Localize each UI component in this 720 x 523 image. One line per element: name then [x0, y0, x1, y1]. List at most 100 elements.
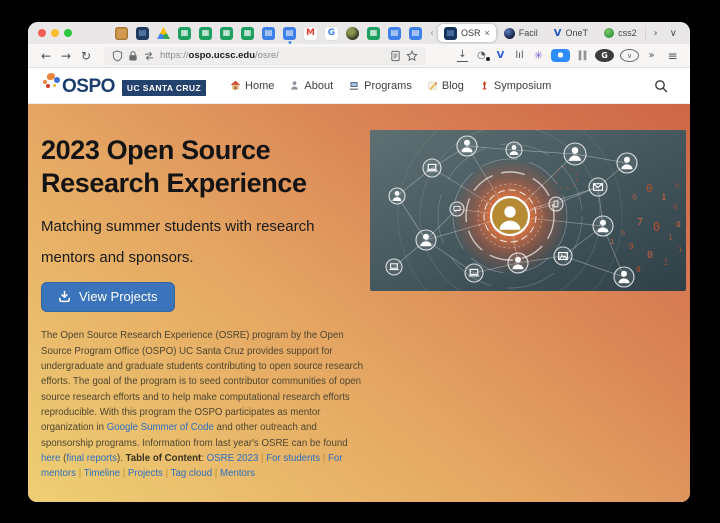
reload-button[interactable]: ↻	[76, 49, 96, 63]
privacy-badge-icon[interactable]: ◔	[472, 50, 491, 61]
symposium-icon	[479, 80, 490, 91]
google-sheets-icon[interactable]: ▦	[241, 27, 254, 40]
svg-text:1: 1	[663, 258, 668, 268]
body-text: ).	[117, 453, 126, 464]
bookmark-star-icon[interactable]	[406, 50, 418, 62]
url-scheme: https://	[160, 50, 189, 61]
nav-item-home[interactable]: Home	[230, 80, 274, 92]
link-mentors[interactable]: Mentors	[220, 468, 255, 479]
nav-item-programs[interactable]: Programs	[348, 80, 412, 92]
svg-text:1: 1	[678, 246, 682, 254]
search-icon[interactable]	[654, 79, 668, 93]
close-window-button[interactable]	[38, 29, 46, 37]
google-docs-icon[interactable]: ▤	[283, 27, 296, 40]
tab-onet[interactable]: VOneT	[546, 22, 596, 44]
nav-item-about[interactable]: About	[289, 80, 333, 92]
downloads-icon[interactable]: ↓	[457, 49, 468, 62]
tab-facil[interactable]: Facil	[496, 22, 546, 44]
active-tab[interactable]: ▤ OSR ×	[438, 24, 496, 42]
link-osre-2023[interactable]: OSRE 2023	[207, 453, 259, 464]
toolbar-overflow-icon[interactable]: »	[642, 50, 661, 61]
onetab-toolbar-icon[interactable]: V	[491, 50, 510, 61]
hero-network-image: 6010701901016010	[370, 130, 686, 291]
pinned-tabs: ▤ ▦ ▦ ▦ ▦ ▤ ▤ MG ▦ ▤ ▤	[115, 27, 422, 40]
svg-text:0: 0	[636, 265, 641, 274]
separator: |	[163, 468, 171, 479]
forward-button[interactable]: →	[56, 49, 76, 63]
link-here[interactable]: here	[41, 453, 60, 464]
link-for-students[interactable]: For students	[266, 453, 320, 464]
pocket-icon[interactable]: ∨	[620, 49, 639, 62]
tab-bar-controls: › ∨	[645, 26, 685, 40]
google-docs-icon[interactable]: ▤	[409, 27, 422, 40]
site-logo[interactable]: OSPO UC SANTA CRUZ	[44, 73, 206, 98]
dark-globe-icon[interactable]	[346, 27, 359, 40]
google-sheets-icon[interactable]: ▦	[199, 27, 212, 40]
google-search-icon[interactable]: G	[325, 27, 338, 40]
google-sheets-icon[interactable]: ▦	[178, 27, 191, 40]
archive-box-icon[interactable]	[115, 27, 128, 40]
nav-item-blog[interactable]: Blog	[427, 80, 464, 92]
separator: |	[76, 468, 84, 479]
svg-text:0: 0	[653, 220, 660, 234]
tab-scroll-left-icon[interactable]: ‹	[430, 28, 434, 39]
link-projects[interactable]: Projects	[128, 468, 163, 479]
ospo-logo-mark-icon	[44, 73, 59, 95]
logo-text: OSPO	[62, 76, 115, 98]
blog-icon	[427, 80, 438, 91]
svg-text:6: 6	[632, 193, 637, 203]
permissions-switch-icon[interactable]	[143, 51, 155, 61]
osre-favicon: ▤	[444, 27, 457, 40]
google-drive-icon[interactable]	[157, 27, 170, 40]
globe-icon	[504, 28, 515, 39]
bold-text: Table of Content	[126, 453, 202, 464]
google-docs-icon[interactable]: ▤	[262, 27, 275, 40]
app-menu-icon[interactable]: ≡	[663, 49, 682, 63]
ghostery-icon[interactable]: G	[595, 49, 614, 62]
tab-label: Facil	[519, 28, 538, 38]
google-docs-icon[interactable]: ▤	[388, 27, 401, 40]
window-controls	[38, 29, 72, 37]
view-projects-label: View Projects	[79, 289, 158, 304]
link-final-reports[interactable]: final reports	[66, 453, 117, 464]
tab-css2[interactable]: css2	[596, 22, 645, 44]
background-tabs: Facil VOneT css2	[496, 22, 645, 44]
site-header: OSPO UC SANTA CRUZ Home About Programs Blog…	[28, 68, 690, 104]
tab-close-icon[interactable]: ×	[485, 28, 490, 38]
svg-text:1: 1	[668, 233, 673, 242]
google-sheets-icon[interactable]: ▦	[220, 27, 233, 40]
zoom-app-icon[interactable]	[551, 49, 570, 62]
flower-extension-icon[interactable]: ✳	[529, 49, 548, 62]
shield-icon[interactable]	[112, 50, 123, 62]
tab-overflow-button[interactable]: ›	[654, 28, 658, 39]
zoom-window-button[interactable]	[64, 29, 72, 37]
code-editor-icon[interactable]: ▤	[136, 27, 149, 40]
css-plant-icon	[604, 28, 614, 38]
barcode-extension-icon[interactable]: ‖‖	[573, 50, 592, 61]
reader-mode-icon[interactable]	[390, 50, 401, 62]
lock-icon[interactable]	[128, 50, 138, 62]
tabs-dropdown-button[interactable]: ∨	[670, 28, 677, 39]
programs-icon	[348, 80, 360, 91]
svg-text:1: 1	[661, 193, 666, 203]
logo-badge: UC SANTA CRUZ	[122, 80, 206, 96]
svg-text:0: 0	[673, 203, 678, 212]
nav-label: Blog	[442, 80, 464, 92]
tab-label: OneT	[566, 28, 589, 38]
minimize-window-button[interactable]	[51, 29, 59, 37]
view-projects-button[interactable]: View Projects	[41, 282, 175, 312]
back-button[interactable]: ←	[36, 49, 56, 63]
lines-extension-icon[interactable]: lıl	[510, 50, 529, 61]
svg-text:7: 7	[637, 217, 643, 228]
nav-item-symposium[interactable]: Symposium	[479, 80, 551, 92]
svg-text:0: 0	[675, 182, 679, 190]
nav-label: About	[304, 80, 333, 92]
tab-label: css2	[618, 28, 637, 38]
address-bar[interactable]: https://ospo.ucsc.edu/osre/	[104, 47, 426, 65]
link-google-summer-of-code[interactable]: Google Summer of Code	[107, 422, 214, 433]
google-sheets-icon[interactable]: ▦	[367, 27, 380, 40]
gmail-icon[interactable]: M	[304, 27, 317, 40]
link-tag-cloud[interactable]: Tag cloud	[171, 468, 212, 479]
link-timeline[interactable]: Timeline	[84, 468, 120, 479]
svg-text:1: 1	[610, 238, 614, 246]
